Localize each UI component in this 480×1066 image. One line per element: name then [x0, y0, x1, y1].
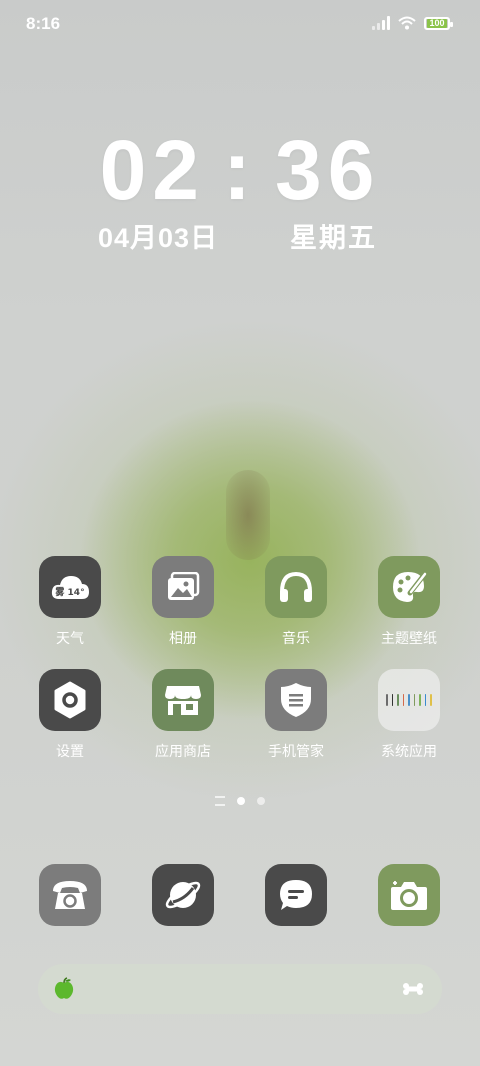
apple-icon[interactable]	[52, 977, 76, 1001]
status-time: 8:16	[26, 14, 61, 33]
wifi-icon	[398, 16, 416, 30]
app-label: 相册	[169, 630, 197, 646]
shield-icon	[265, 669, 327, 731]
folder-icon	[378, 669, 440, 731]
app-label: 天气	[56, 630, 84, 646]
signal-icon	[372, 16, 390, 30]
app-music[interactable]: 音乐	[246, 556, 346, 648]
app-label: 系统应用	[381, 743, 437, 759]
clock-colon: :	[223, 123, 257, 217]
app-label: 手机管家	[268, 743, 324, 759]
headphones-icon	[265, 556, 327, 618]
app-label: 主题壁纸	[381, 630, 437, 646]
app-gallery[interactable]: 相册	[133, 556, 233, 648]
status-bar: 8:16 100	[0, 0, 480, 50]
clock-minute: 36	[274, 123, 381, 217]
dock-camera[interactable]	[359, 864, 459, 926]
weather-cloud-icon: 雾 14°	[39, 556, 101, 618]
app-store[interactable]: 应用商店	[133, 669, 233, 761]
phone-icon	[39, 864, 101, 926]
settings-icon	[39, 669, 101, 731]
app-weather[interactable]: 雾 14° 天气	[20, 556, 120, 648]
date-row: 04月03日 星期五	[0, 216, 480, 256]
bone-icon[interactable]	[402, 982, 424, 996]
page-dot[interactable]	[257, 797, 265, 805]
weekday-label: 星期五	[290, 223, 377, 253]
app-themes[interactable]: 主题壁纸	[359, 556, 459, 648]
bottom-search-bar[interactable]	[38, 964, 442, 1014]
gallery-icon	[152, 556, 214, 618]
status-icons: 100	[372, 16, 453, 30]
dock-browser[interactable]	[133, 864, 233, 926]
app-system-folder[interactable]: 系统应用	[359, 669, 459, 761]
weather-badge: 雾 14°	[54, 586, 84, 598]
browser-icon	[152, 864, 214, 926]
page-indicator[interactable]	[0, 796, 480, 806]
clock[interactable]: 02:36	[0, 122, 480, 219]
clock-hour: 02	[99, 123, 205, 217]
app-label: 音乐	[282, 630, 310, 646]
date-label: 04月03日	[98, 223, 219, 253]
battery-level: 100	[427, 17, 447, 28]
dock-messages[interactable]	[246, 864, 346, 926]
messages-icon	[265, 864, 327, 926]
store-icon	[152, 669, 214, 731]
app-label: 设置	[56, 743, 84, 759]
battery-icon: 100	[424, 16, 453, 30]
page-menu-icon[interactable]	[215, 796, 225, 806]
camera-icon	[378, 864, 440, 926]
dock-phone[interactable]	[20, 864, 120, 926]
app-phone-manager[interactable]: 手机管家	[246, 669, 346, 761]
palette-icon	[378, 556, 440, 618]
app-label: 应用商店	[155, 743, 211, 759]
page-dot-active[interactable]	[237, 797, 245, 805]
app-settings[interactable]: 设置	[20, 669, 120, 761]
